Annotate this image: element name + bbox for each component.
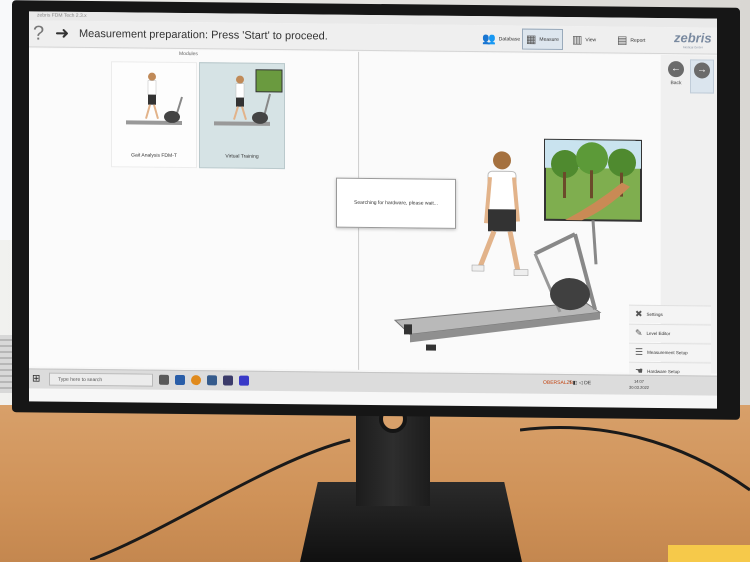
network-icon[interactable]: ◧ — [573, 380, 578, 386]
treadmill-screen-illustration — [214, 69, 283, 126]
app-icon[interactable] — [223, 375, 233, 386]
hardware-setup-label: Hardware Setup — [647, 368, 680, 375]
start-button[interactable]: → — [690, 59, 714, 94]
module-gait-analysis[interactable]: Gait Analysis FDM-T — [111, 61, 197, 169]
power-cable-right — [520, 426, 750, 492]
screen: zebris FDM Tech 2.3.x ? ➜ Measurement pr… — [29, 11, 717, 409]
zebris-logo: zebris — [674, 30, 712, 46]
arrow-left-icon: ← — [668, 61, 684, 78]
measurement-setup-label: Measurement Setup — [647, 349, 688, 356]
zebris-app-icon[interactable] — [239, 375, 249, 386]
wrench-icon: ✖ — [635, 308, 643, 319]
level-editor-label: Level Editor — [646, 330, 671, 337]
windows-start-icon[interactable]: ⊞ — [32, 373, 40, 384]
pencil-icon: ✎ — [635, 327, 643, 338]
modules-heading: Modules — [179, 50, 198, 58]
document-icon: ▤ — [617, 34, 628, 47]
database-label: Database — [498, 35, 521, 43]
view-button[interactable]: ▥ View — [569, 29, 599, 50]
database-button[interactable]: 👥 Database — [479, 28, 523, 49]
chart-icon: ▦ — [526, 33, 537, 46]
back-label: Back — [670, 80, 682, 87]
settings-button[interactable]: ✖ Settings — [629, 304, 711, 324]
logo-tagline: Medical GmbH — [683, 45, 703, 50]
report-label: Report — [630, 37, 646, 44]
dialog-message: Searching for hardware, please wait... — [354, 199, 438, 207]
taskbar-search-input[interactable]: Type here to search — [49, 372, 153, 387]
clock-date: 30.03.2022 — [629, 384, 650, 390]
explorer-icon[interactable] — [207, 375, 217, 386]
module-label: Gait Analysis FDM-T — [131, 152, 177, 159]
measurement-setup-button[interactable]: ☰ Measurement Setup — [629, 342, 711, 362]
clock[interactable]: 14:07 30.03.2022 — [629, 379, 649, 391]
language-indicator[interactable]: DE — [584, 380, 591, 386]
hardware-search-dialog: Searching for hardware, please wait... — [336, 177, 456, 229]
measure-button[interactable]: ▦ Measure — [522, 28, 563, 50]
bars-icon: ▥ — [572, 34, 583, 47]
view-label: View — [585, 36, 597, 43]
treadmill-walker-illustration — [126, 72, 183, 125]
instruction-text: Measurement preparation: Press 'Start' t… — [79, 27, 328, 43]
module-virtual-training[interactable]: Virtual Training — [199, 62, 285, 170]
settings-label: Settings — [646, 311, 663, 318]
chevron-up-icon[interactable]: ^ — [569, 380, 571, 386]
level-editor-button[interactable]: ✎ Level Editor — [629, 323, 711, 343]
sticky-note — [668, 545, 750, 562]
back-button[interactable]: ← Back — [664, 59, 688, 93]
modules-panel: Modules Gait Analysis FDM-T Virtual Trai… — [29, 48, 359, 370]
users-icon: 👥 — [482, 33, 496, 46]
arrow-right-icon: ➜ — [55, 23, 70, 43]
module-label: Virtual Training — [225, 153, 259, 160]
report-button[interactable]: ▤ Report — [614, 30, 648, 51]
app-icon[interactable] — [175, 374, 185, 386]
volume-icon[interactable]: ◁ — [579, 380, 583, 386]
measure-label: Measure — [539, 36, 559, 43]
browser-icon[interactable] — [191, 375, 201, 386]
task-view-icon[interactable] — [159, 374, 169, 385]
help-icon[interactable]: ? — [33, 22, 44, 45]
sliders-icon: ☰ — [635, 346, 644, 357]
system-tray[interactable]: ^ ◧ ◁ DE — [569, 380, 591, 386]
arrow-right-circle-icon: → — [694, 62, 710, 79]
